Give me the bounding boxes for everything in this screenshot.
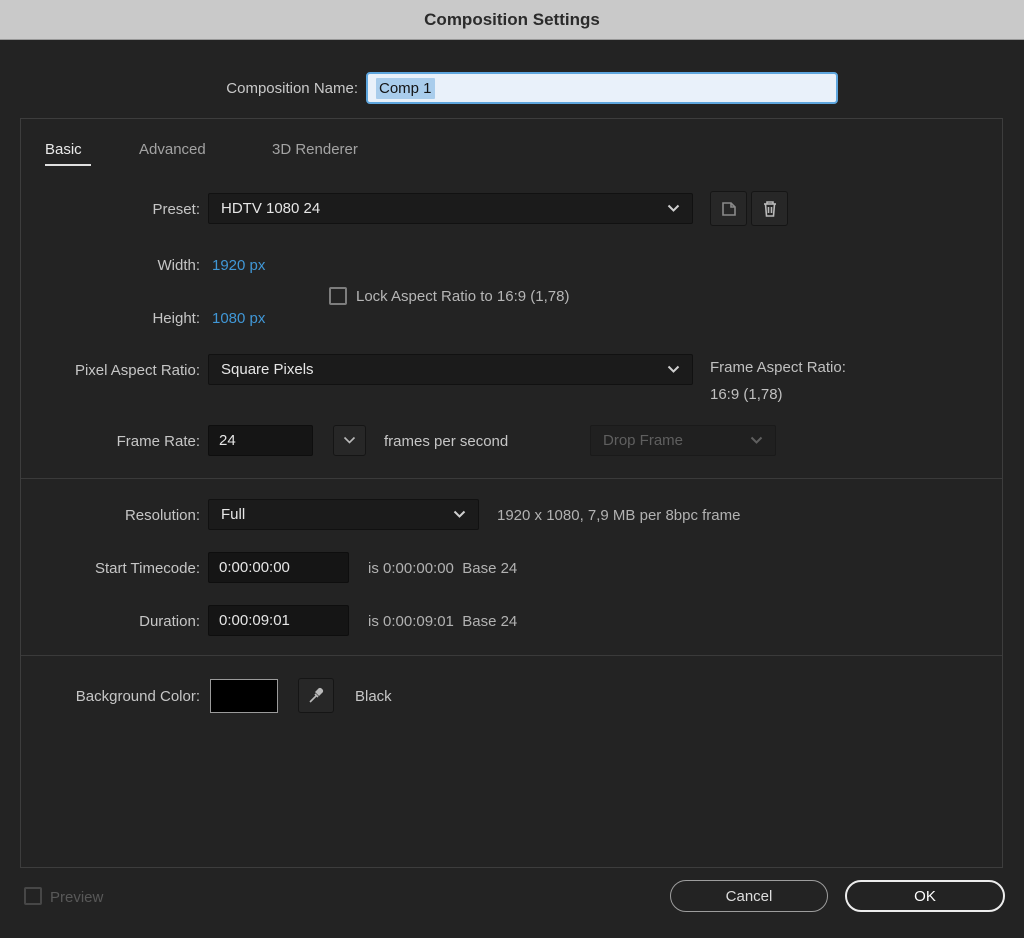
start-timecode-label: Start Timecode: bbox=[94, 560, 200, 577]
delete-preset-button[interactable] bbox=[751, 191, 788, 226]
lock-aspect-checkbox[interactable] bbox=[329, 287, 347, 305]
start-timecode-input[interactable]: 0:00:00:00 bbox=[208, 552, 349, 583]
preset-label: Preset: bbox=[152, 201, 200, 218]
preview-label: Preview bbox=[50, 889, 104, 906]
height-label: Height: bbox=[152, 310, 200, 327]
width-value[interactable]: 1920 px bbox=[212, 257, 265, 274]
frame-rate-dropdown-button[interactable] bbox=[333, 425, 366, 456]
tab-basic[interactable]: Basic bbox=[45, 141, 82, 158]
eyedropper-button[interactable] bbox=[298, 678, 334, 713]
width-label: Width: bbox=[157, 257, 200, 274]
preview-checkbox[interactable] bbox=[24, 887, 42, 905]
pixel-aspect-ratio-dropdown[interactable]: Square Pixels bbox=[208, 354, 693, 385]
background-color-label: Background Color: bbox=[75, 688, 200, 705]
height-unit: px bbox=[249, 310, 266, 327]
duration-info: is 0:00:09:01 Base 24 bbox=[368, 613, 518, 630]
trash-icon bbox=[763, 201, 776, 217]
pixel-aspect-ratio-label: Pixel Aspect Ratio: bbox=[74, 362, 200, 379]
resolution-dropdown[interactable]: Full bbox=[208, 499, 479, 530]
dialog-titlebar: Composition Settings bbox=[0, 0, 1024, 40]
chevron-down-icon bbox=[750, 436, 763, 444]
tab-3d-renderer[interactable]: 3D Renderer bbox=[272, 141, 358, 158]
drop-frame-value: Drop Frame bbox=[603, 432, 684, 449]
divider bbox=[21, 655, 1002, 656]
background-color-name: Black bbox=[355, 688, 392, 705]
composition-name-value: Comp 1 bbox=[376, 77, 435, 99]
tab-basic-underline bbox=[45, 164, 91, 166]
duration-label: Duration: bbox=[139, 613, 200, 630]
save-preset-button[interactable] bbox=[710, 191, 747, 226]
resolution-info: 1920 x 1080, 7,9 MB per 8bpc frame bbox=[497, 507, 741, 524]
preset-value: HDTV 1080 24 bbox=[221, 200, 321, 217]
ok-button[interactable]: OK bbox=[845, 880, 1005, 912]
chevron-down-icon bbox=[453, 510, 466, 518]
frame-aspect-ratio-label: Frame Aspect Ratio: bbox=[710, 359, 846, 376]
composition-name-label: Composition Name: bbox=[226, 80, 358, 97]
dialog-title: Composition Settings bbox=[424, 9, 600, 29]
composition-settings-dialog: Composition Settings Composition Name: C… bbox=[0, 0, 1024, 938]
duration-value: 0:00:09:01 bbox=[219, 612, 290, 629]
chevron-down-icon bbox=[343, 436, 356, 444]
tab-advanced[interactable]: Advanced bbox=[139, 141, 206, 158]
lock-aspect-label: Lock Aspect Ratio to 16:9 (1,78) bbox=[356, 288, 570, 305]
chevron-down-icon bbox=[667, 365, 680, 373]
start-timecode-value: 0:00:00:00 bbox=[219, 559, 290, 576]
background-color-swatch[interactable] bbox=[210, 679, 278, 713]
composition-name-input[interactable]: Comp 1 bbox=[366, 72, 838, 104]
divider bbox=[21, 478, 1002, 479]
cancel-button[interactable]: Cancel bbox=[670, 880, 828, 912]
resolution-value: Full bbox=[221, 506, 246, 523]
save-preset-icon bbox=[721, 201, 736, 216]
settings-panel bbox=[20, 118, 1003, 868]
frame-rate-input[interactable]: 24 bbox=[208, 425, 313, 456]
resolution-label: Resolution: bbox=[124, 507, 200, 524]
frames-per-second-label: frames per second bbox=[384, 433, 509, 450]
height-value[interactable]: 1080 px bbox=[212, 310, 265, 327]
frame-rate-value: 24 bbox=[219, 432, 236, 449]
pixel-aspect-ratio-value: Square Pixels bbox=[221, 361, 314, 378]
drop-frame-dropdown: Drop Frame bbox=[590, 425, 776, 456]
frame-rate-label: Frame Rate: bbox=[116, 433, 200, 450]
preset-dropdown[interactable]: HDTV 1080 24 bbox=[208, 193, 693, 224]
eyedropper-icon bbox=[308, 687, 323, 703]
chevron-down-icon bbox=[667, 204, 680, 212]
frame-aspect-ratio-value: 16:9 (1,78) bbox=[710, 386, 783, 403]
start-timecode-info: is 0:00:00:00 Base 24 bbox=[368, 560, 518, 577]
duration-input[interactable]: 0:00:09:01 bbox=[208, 605, 349, 636]
width-unit: px bbox=[249, 257, 266, 274]
